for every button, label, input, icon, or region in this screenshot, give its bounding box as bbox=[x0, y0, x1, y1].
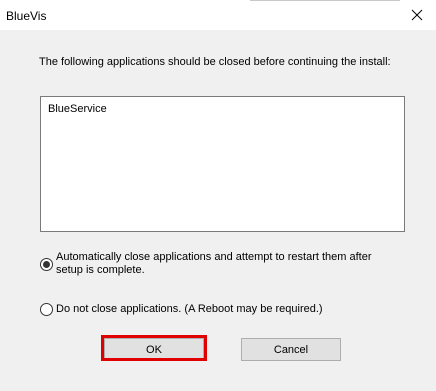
applications-list[interactable]: BlueService bbox=[40, 96, 405, 232]
list-item[interactable]: BlueService bbox=[48, 103, 107, 115]
instruction-text: The following applications should be clo… bbox=[39, 56, 391, 68]
close-button[interactable] bbox=[406, 4, 428, 26]
title-bar-artifact bbox=[250, 0, 400, 1]
window-title: BlueVis bbox=[6, 9, 47, 23]
do-not-close-label[interactable]: Do not close applications. (A Reboot may… bbox=[56, 303, 323, 316]
cancel-button[interactable]: Cancel bbox=[241, 338, 341, 361]
title-bar: BlueVis bbox=[0, 0, 436, 30]
close-icon bbox=[411, 9, 423, 21]
do-not-close-option[interactable]: Do not close applications. (A Reboot may… bbox=[40, 303, 323, 316]
auto-close-label[interactable]: Automatically close applications and att… bbox=[56, 251, 396, 277]
auto-close-option[interactable]: Automatically close applications and att… bbox=[40, 251, 396, 277]
do-not-close-radio[interactable] bbox=[40, 303, 53, 316]
auto-close-radio[interactable] bbox=[40, 258, 53, 271]
ok-button[interactable]: OK bbox=[104, 338, 204, 361]
installer-dialog: BlueVis The following applications shoul… bbox=[0, 0, 436, 391]
